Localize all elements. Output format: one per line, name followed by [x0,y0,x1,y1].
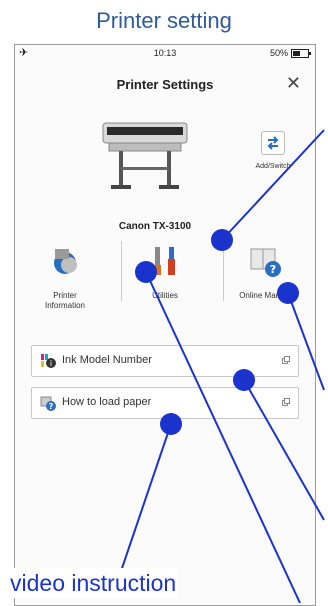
callout-dot [160,413,182,435]
callout-dot [233,369,255,391]
annotation-label: video instruction [8,568,179,598]
callout-dot [211,229,233,251]
callout-dot [135,261,157,283]
annotation-overlay [117,129,325,603]
callout-dot [277,282,299,304]
